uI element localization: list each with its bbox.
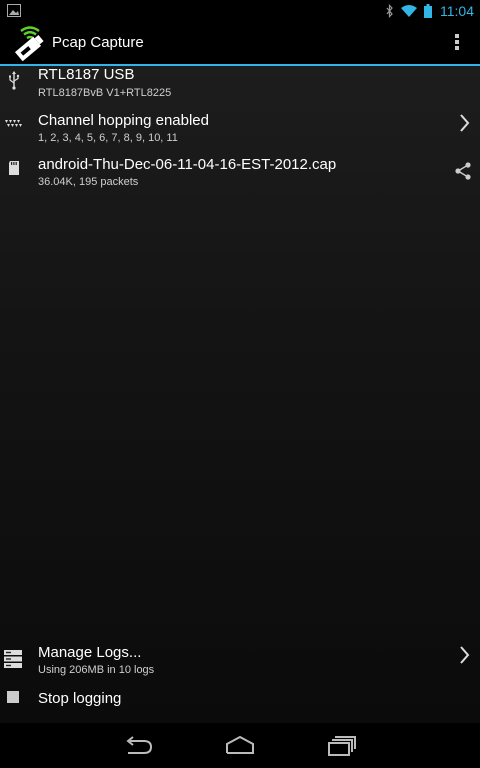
storage-icon — [4, 650, 22, 668]
preferences-list: RTL8187 USB RTL8187BvB V1+RTL8225 Channe… — [0, 66, 480, 723]
back-icon[interactable] — [122, 735, 154, 757]
wifi-icon — [401, 4, 417, 17]
status-clock: 11:04 — [440, 2, 474, 19]
usb-icon — [9, 71, 20, 90]
usb-device-title: RTL8187 USB — [38, 66, 135, 83]
image-notification-icon — [7, 4, 21, 17]
manage-logs-title: Manage Logs... — [38, 644, 142, 661]
overflow-menu-icon[interactable] — [454, 32, 460, 52]
channel-hopping-summary: 1, 2, 3, 4, 5, 6, 7, 8, 9, 10, 11 — [38, 132, 178, 144]
list-item-stop-logging[interactable]: Stop logging — [0, 684, 480, 720]
usb-device-summary: RTL8187BvB V1+RTL8225 — [38, 87, 172, 99]
channel-icon — [5, 120, 22, 127]
capture-file-title: android-Thu-Dec-06-11-04-16-EST-2012.cap — [38, 156, 337, 173]
list-item-manage-logs[interactable]: Manage Logs... Using 206MB in 10 logs — [0, 642, 480, 682]
status-bar: 11:04 — [0, 0, 480, 21]
channel-hopping-title: Channel hopping enabled — [38, 112, 209, 129]
list-item-usb-device[interactable]: RTL8187 USB RTL8187BvB V1+RTL8225 — [0, 66, 480, 110]
sd-card-icon — [9, 161, 19, 175]
navigation-bar — [0, 723, 480, 768]
list-item-channel-hopping[interactable]: Channel hopping enabled 1, 2, 3, 4, 5, 6… — [0, 110, 480, 154]
share-icon[interactable] — [454, 161, 472, 181]
home-icon[interactable] — [224, 735, 256, 757]
capture-file-summary: 36.04K, 195 packets — [38, 176, 139, 188]
status-icons: 11:04 — [386, 0, 474, 21]
recent-apps-icon[interactable] — [326, 735, 358, 757]
chevron-right-icon[interactable] — [456, 113, 472, 133]
action-bar: Pcap Capture — [0, 21, 480, 66]
manage-logs-summary: Using 206MB in 10 logs — [38, 664, 155, 676]
stop-logging-title: Stop logging — [38, 690, 122, 707]
list-item-capture-file[interactable]: android-Thu-Dec-06-11-04-16-EST-2012.cap… — [0, 154, 480, 198]
chevron-right-icon[interactable] — [456, 645, 472, 665]
battery-icon — [424, 3, 432, 18]
stop-icon — [7, 691, 19, 703]
app-icon[interactable] — [8, 23, 48, 63]
app-title: Pcap Capture — [52, 34, 144, 51]
bluetooth-icon — [386, 3, 393, 18]
